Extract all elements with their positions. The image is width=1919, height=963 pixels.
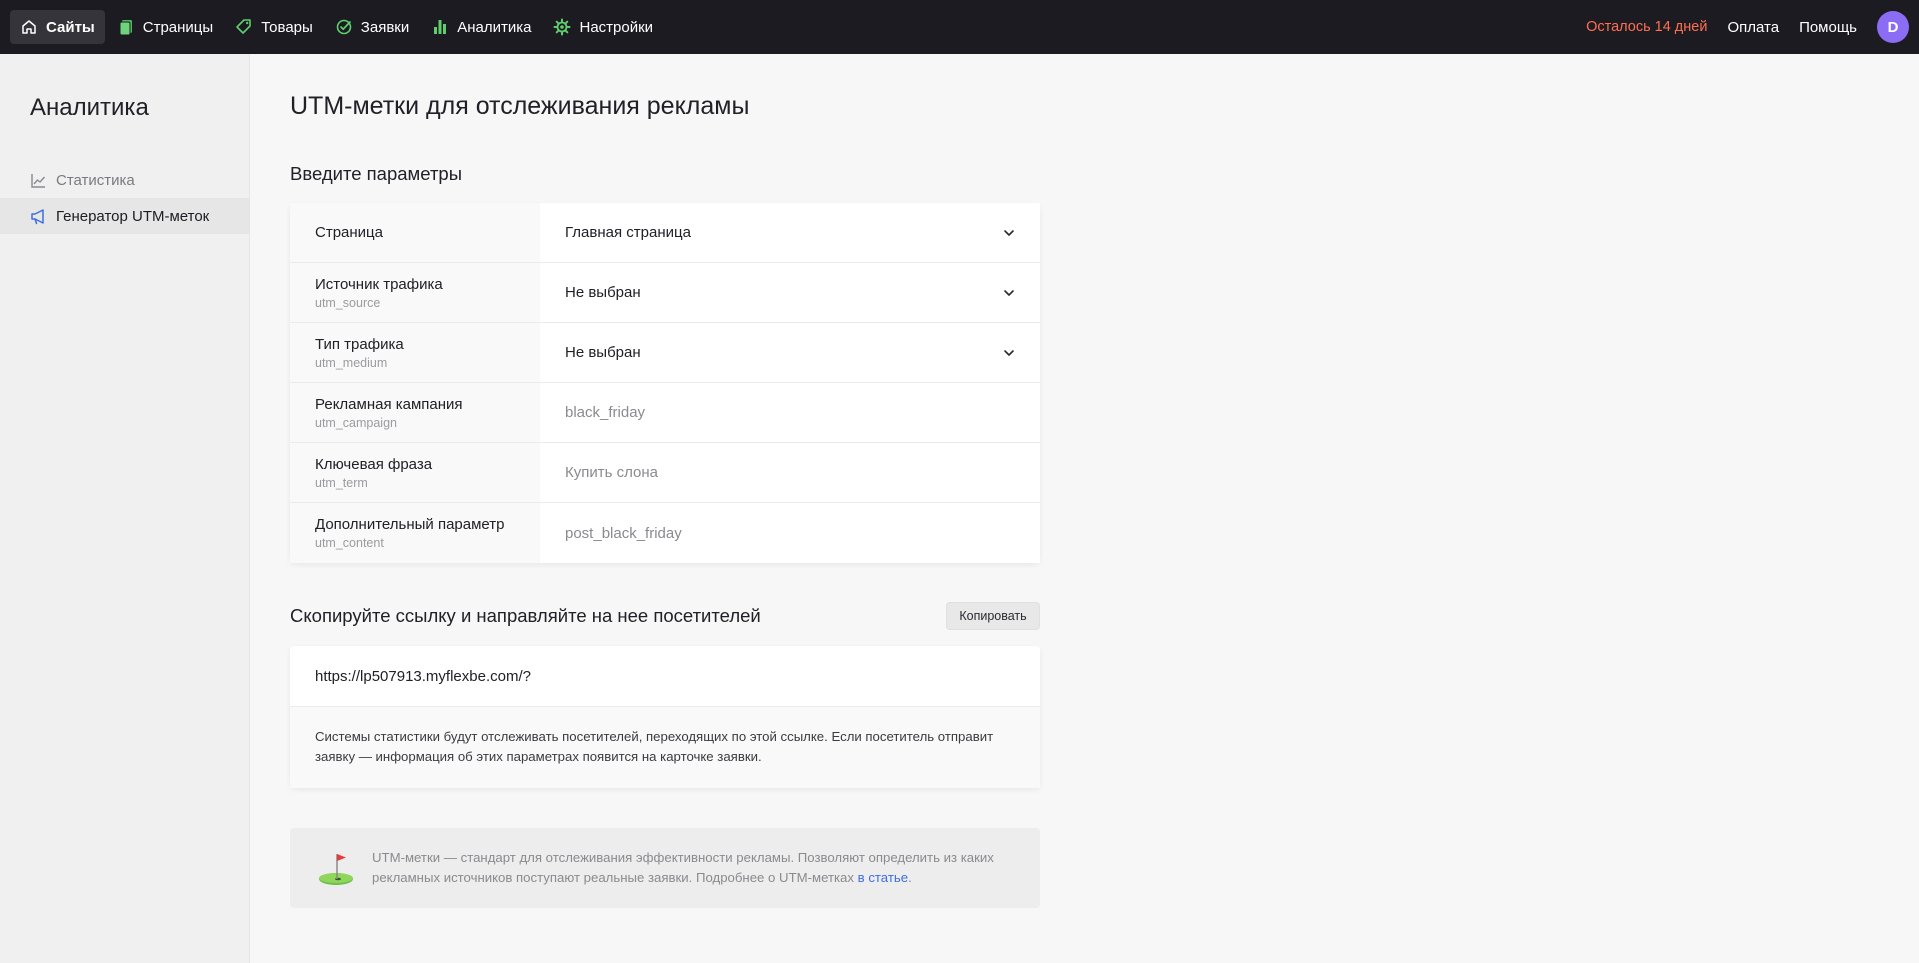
top-navigation-bar: Сайты Страницы Товары Заявки Аналитика Н… [0,0,1919,54]
chevron-down-icon [1004,289,1014,296]
row-sublabel: utm_medium [315,355,388,370]
row-label-text: Рекламная кампания [315,395,463,413]
utm-source-value: Не выбран [565,284,641,301]
sidebar-item-statistics[interactable]: Статистика [0,162,249,198]
utm-term-placeholder: Купить слона [565,464,658,481]
row-label: Источник трафика utm_source [290,263,540,322]
nav-settings[interactable]: Настройки [543,10,663,44]
generated-url[interactable]: https://lp507913.myflexbe.com/? [290,646,1040,707]
page-select-value: Главная страница [565,224,691,241]
info-text: UTM-метки — стандарт для отслеживания эф… [372,848,1012,888]
sidebar-title: Аналитика [30,94,149,121]
copy-section-title: Скопируйте ссылку и направляйте на нее п… [290,605,761,626]
tag-icon [236,19,251,34]
sidebar: Аналитика Статистика Генератор UTM-меток [0,54,250,963]
row-label: Рекламная кампания utm_campaign [290,383,540,442]
form-row-utm-medium: Тип трафика utm_medium Не выбран [290,323,1040,383]
utm-campaign-placeholder: black_friday [565,404,646,421]
line-chart-icon [31,173,46,188]
sidebar-item-label: Статистика [56,171,135,189]
sidebar-item-utm-generator[interactable]: Генератор UTM-меток [0,198,249,234]
help-link[interactable]: Помощь [1799,19,1857,36]
page-select[interactable]: Главная страница [540,203,1040,262]
row-sublabel: utm_campaign [315,415,397,430]
nav-orders[interactable]: Заявки [325,10,419,44]
megaphone-icon [31,208,44,224]
utm-source-select[interactable]: Не выбран [540,263,1040,322]
nav-settings-label: Настройки [579,18,654,36]
nav-products-label: Товары [261,18,313,36]
nav-sites-label: Сайты [46,18,95,36]
row-label-text: Источник трафика [315,275,443,293]
utm-content-placeholder: post_black_friday [565,524,682,542]
form-row-utm-content: Дополнительный параметр utm_content post… [290,503,1040,563]
topbar-right-group: Осталось 14 дней Оплата Помощь D [1586,0,1919,54]
nav-products[interactable]: Товары [225,10,323,44]
chevron-down-icon [1004,349,1014,356]
utm-medium-select[interactable]: Не выбран [540,323,1040,382]
link-note: Системы статистики будут отслеживать пос… [290,707,1040,788]
utm-medium-value: Не выбран [565,344,641,361]
utm-content-input[interactable]: post_black_friday [540,503,1040,563]
nav-sites[interactable]: Сайты [10,10,105,44]
utm-info-box: UTM-метки — стандарт для отслеживания эф… [290,828,1040,908]
page-title: UTM-метки для отслеживания рекламы [290,92,750,120]
row-label: Страница [290,203,540,262]
utm-term-input[interactable]: Купить слона [540,443,1040,502]
generated-link-card: https://lp507913.myflexbe.com/? Системы … [290,646,1040,788]
params-section-title: Введите параметры [290,163,463,184]
sidebar-item-label: Генератор UTM-меток [56,207,210,225]
nav-orders-label: Заявки [360,18,410,36]
nav-pages[interactable]: Страницы [107,10,223,44]
pages-icon [119,20,132,36]
golf-flag-icon [319,854,353,885]
nav-pages-label: Страницы [142,18,214,36]
copy-button[interactable]: Копировать [946,602,1040,630]
row-sublabel: utm_source [315,295,381,310]
row-label: Ключевая фраза utm_term [290,443,540,502]
nav-analytics-label: Аналитика [457,18,532,36]
user-avatar[interactable]: D [1877,11,1909,43]
article-link[interactable]: в статье [858,870,908,885]
form-row-utm-term: Ключевая фраза utm_term Купить слона [290,443,1040,503]
row-label: Дополнительный параметр utm_content [290,503,540,563]
bar-chart-icon [434,20,447,34]
chevron-down-icon [1004,229,1014,236]
row-sublabel: utm_term [315,475,368,490]
utm-parameters-form: Страница Главная страница Источник трафи… [290,203,1040,563]
row-label-text: Страница [315,224,383,241]
row-label-text: Дополнительный параметр [315,516,505,533]
form-row-page: Страница Главная страница [290,203,1040,263]
form-row-utm-source: Источник трафика utm_source Не выбран [290,263,1040,323]
nav-analytics[interactable]: Аналитика [421,10,541,44]
trial-remaining-link[interactable]: Осталось 14 дней [1586,19,1707,35]
row-label-text: Тип трафика [315,335,404,353]
home-icon [22,20,36,34]
row-sublabel: utm_content [315,536,384,550]
gear-icon [553,18,571,36]
row-label: Тип трафика utm_medium [290,323,540,382]
form-row-utm-campaign: Рекламная кампания utm_campaign black_fr… [290,383,1040,443]
check-circle-icon [336,19,352,35]
info-text-end: . [908,870,912,885]
utm-campaign-input[interactable]: black_friday [540,383,1040,442]
payment-link[interactable]: Оплата [1727,19,1779,36]
row-label-text: Ключевая фраза [315,455,433,473]
